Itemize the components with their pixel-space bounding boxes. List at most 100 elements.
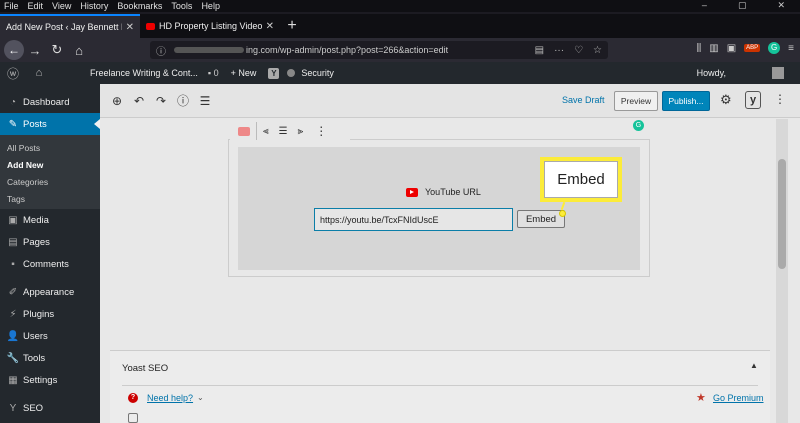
sidebar-item-label: Dashboard xyxy=(23,96,70,108)
preview-button[interactable]: Preview xyxy=(614,91,658,111)
sidebar-sub-add-new[interactable]: Add New xyxy=(0,156,100,173)
save-draft-button[interactable]: Save Draft xyxy=(562,95,605,105)
home-icon[interactable]: ⌂ xyxy=(68,43,90,58)
site-name-link[interactable]: Freelance Writing & Cont... xyxy=(90,68,198,78)
blurred-domain xyxy=(174,47,244,53)
wordpress-logo-icon[interactable]: ⓦ xyxy=(2,65,24,82)
more-menu-icon[interactable]: ⋮ xyxy=(774,92,786,106)
checkbox-icon[interactable] xyxy=(128,413,138,423)
grammarly-icon[interactable]: G xyxy=(768,42,781,54)
chevron-down-icon[interactable]: ⌄ xyxy=(197,393,204,402)
sidebar-item-posts[interactable]: ✎ Posts xyxy=(0,113,100,135)
avatar[interactable] xyxy=(772,67,784,79)
tab-title: HD Property Listing Video Tour xyxy=(159,21,262,31)
menu-tools[interactable]: Tools xyxy=(171,1,192,11)
menu-bookmarks[interactable]: Bookmarks xyxy=(117,1,162,11)
close-window-icon[interactable]: ✕ xyxy=(777,0,785,11)
tab-property-video[interactable]: HD Property Listing Video Tour ✕ xyxy=(140,14,280,38)
yoast-icon[interactable]: Y xyxy=(268,67,280,79)
block-more-icon[interactable]: ⋮ xyxy=(315,124,327,138)
redo-icon[interactable]: ↷ xyxy=(150,94,172,108)
menu-hamburger-icon[interactable]: ≡ xyxy=(788,43,794,54)
info-icon[interactable]: ⓘ xyxy=(156,43,166,58)
align-left-icon[interactable]: ⫷ xyxy=(263,126,269,137)
pin-icon: ✎ xyxy=(8,118,18,130)
comments-count-value: 0 xyxy=(213,68,219,78)
bookmark-star-icon[interactable]: ☆ xyxy=(593,45,602,56)
toolbar-divider xyxy=(256,122,257,140)
embed-button[interactable]: Embed xyxy=(517,210,565,228)
callout-box: Embed xyxy=(540,157,622,202)
need-help-link[interactable]: Need help? xyxy=(147,393,193,403)
howdy-text[interactable]: Howdy, xyxy=(697,68,726,78)
sidebar-item-users[interactable]: 👤 Users xyxy=(0,325,100,347)
sidebar-item-comments[interactable]: ▪ Comments xyxy=(0,253,100,275)
sidebar-item-pages[interactable]: ▤ Pages xyxy=(0,231,100,253)
reload-icon[interactable]: ↻ xyxy=(46,42,68,58)
sidebar-item-appearance[interactable]: ✐ Appearance xyxy=(0,281,100,303)
pocket-icon[interactable]: ♡ xyxy=(574,45,583,56)
close-tab-icon[interactable]: ✕ xyxy=(126,22,134,33)
sidebar-sub-tags[interactable]: Tags xyxy=(0,190,100,207)
new-tab-plus-icon[interactable]: + xyxy=(280,14,304,38)
go-premium-link[interactable]: Go Premium xyxy=(713,393,764,403)
collapse-caret-icon[interactable]: ▲ xyxy=(750,361,758,370)
block-navigation-icon[interactable]: ☰ xyxy=(194,94,216,108)
sidebar-item-settings[interactable]: ▦ Settings xyxy=(0,369,100,391)
gear-icon[interactable]: ⚙ xyxy=(720,92,732,108)
minimize-icon[interactable]: – xyxy=(702,0,707,11)
reader-icon[interactable]: ▣ xyxy=(727,43,736,54)
brush-icon: ✐ xyxy=(8,286,18,298)
browser-menubar: File Edit View History Bookmarks Tools H… xyxy=(0,0,800,12)
align-center-icon[interactable]: ☰ xyxy=(279,126,288,137)
info-icon[interactable]: ⓘ xyxy=(172,92,194,109)
scrollbar[interactable] xyxy=(776,119,788,423)
new-content-link[interactable]: + New xyxy=(231,68,257,78)
scroll-thumb[interactable] xyxy=(778,159,786,269)
menu-help[interactable]: Help xyxy=(201,1,220,11)
youtube-block-icon[interactable] xyxy=(238,126,250,136)
youtube-logo-icon xyxy=(406,187,418,197)
menu-file[interactable]: File xyxy=(4,1,19,11)
add-block-icon[interactable]: ⊕ xyxy=(106,94,128,108)
posts-submenu: All Posts Add New Categories Tags xyxy=(0,135,100,209)
yoast-sidebar-icon[interactable]: y xyxy=(745,91,761,109)
home-icon[interactable]: ⌂ xyxy=(28,67,50,79)
menu-view[interactable]: View xyxy=(52,1,71,11)
sidebar-item-plugins[interactable]: ⚡ Plugins xyxy=(0,303,100,325)
comments-count[interactable]: ▪ 0 xyxy=(208,68,219,78)
library-icon[interactable]: ⫼ xyxy=(697,43,702,54)
callout-dot xyxy=(559,210,566,217)
sidebar-item-media[interactable]: ▣ Media xyxy=(0,209,100,231)
sidebar-icon[interactable]: ▥ xyxy=(709,43,718,54)
publish-button[interactable]: Publish... xyxy=(662,91,710,111)
close-tab-icon[interactable]: ✕ xyxy=(266,21,274,32)
undo-icon[interactable]: ↶ xyxy=(128,94,150,108)
url-bar[interactable]: ⓘ ing.com/wp-admin/post.php?post=266&act… xyxy=(150,41,608,59)
sidebar-item-label: Comments xyxy=(23,258,69,270)
maximize-icon[interactable]: ▢ xyxy=(738,0,747,11)
tab-add-new-post[interactable]: Add New Post ‹ Jay Bennett Freela ✕ xyxy=(0,14,140,38)
grammarly-float-icon[interactable]: G xyxy=(633,120,644,131)
reader-view-icon[interactable]: ▤ xyxy=(535,45,544,56)
forward-arrow-icon[interactable]: → xyxy=(24,43,46,58)
menu-history[interactable]: History xyxy=(80,1,108,11)
block-toolbar: ⫷ ☰ ⫸ ⋮ xyxy=(230,120,350,142)
browser-navbar: ← → ↻ ⌂ ⓘ ing.com/wp-admin/post.php?post… xyxy=(0,38,800,62)
sidebar-sub-all-posts[interactable]: All Posts xyxy=(0,139,100,156)
yoast-panel-title[interactable]: Yoast SEO xyxy=(122,363,168,374)
new-label: New xyxy=(238,68,257,78)
embed-url-input[interactable]: https://youtu.be/TcxFNIdUscE xyxy=(314,208,513,231)
sidebar-item-dashboard[interactable]: ◔ Dashboard xyxy=(0,91,100,113)
sidebar-sub-categories[interactable]: Categories xyxy=(0,173,100,190)
sidebar-item-label: Pages xyxy=(23,236,50,248)
security-link[interactable]: Security xyxy=(301,68,334,78)
sidebar-item-seo[interactable]: Y SEO xyxy=(0,397,100,419)
adblock-icon[interactable]: ABP xyxy=(744,44,761,52)
tab-bar: Add New Post ‹ Jay Bennett Freela ✕ HD P… xyxy=(0,14,800,38)
more-actions-icon[interactable]: ··· xyxy=(554,45,564,56)
menu-edit[interactable]: Edit xyxy=(28,1,44,11)
align-right-icon[interactable]: ⫸ xyxy=(298,126,304,137)
sidebar-item-tools[interactable]: 🔧 Tools xyxy=(0,347,100,369)
back-arrow-icon[interactable]: ← xyxy=(4,40,24,60)
